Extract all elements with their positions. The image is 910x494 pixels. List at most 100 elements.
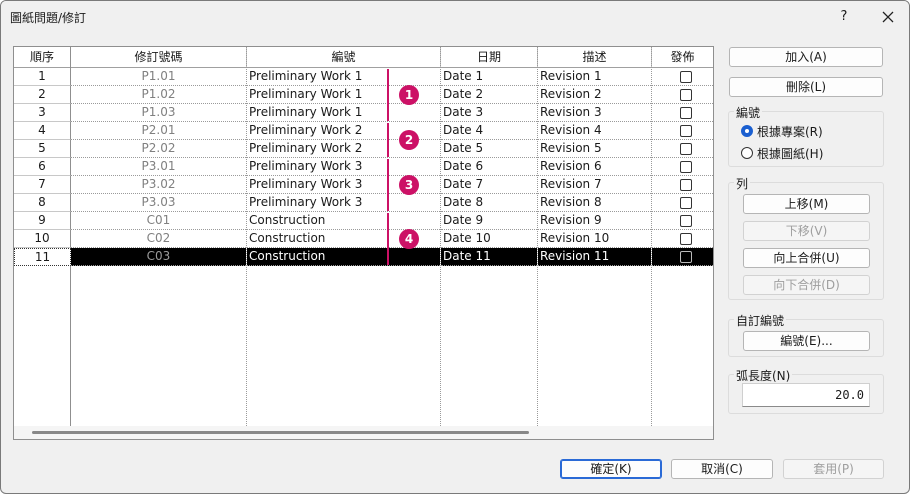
date-cell[interactable]: Date 5 <box>441 140 537 158</box>
header-seq[interactable]: 順序 <box>14 47 71 68</box>
issued-checkbox[interactable] <box>680 107 692 119</box>
date-cell[interactable]: Date 11 <box>441 248 537 266</box>
numbering-cell[interactable]: Preliminary Work 3 <box>247 194 440 212</box>
table-row[interactable]: 4 P2.01 Preliminary Work 2 Date 4 Revision 4 <box>14 122 713 140</box>
delete-button[interactable]: 刪除(L) <box>729 77 883 97</box>
table-row[interactable]: 10 C02 Construction Date 10 Revision 10 <box>14 230 713 248</box>
table-row[interactable]: 8 P3.03 Preliminary Work 3 Date 8 Revision 8 <box>14 194 713 212</box>
table-row[interactable]: 3 P1.03 Preliminary Work 1 Date 3 Revision 3 <box>14 104 713 122</box>
description-cell[interactable]: Revision 2 <box>538 86 651 104</box>
revision-number-cell[interactable]: P3.01 <box>71 158 246 176</box>
revision-number-cell[interactable]: P1.01 <box>71 68 246 86</box>
date-cell[interactable]: Date 4 <box>441 122 537 140</box>
header-description[interactable]: 描述 <box>538 47 652 68</box>
description-cell[interactable]: Revision 8 <box>538 194 651 212</box>
horizontal-scrollbar[interactable] <box>14 426 713 439</box>
issued-checkbox[interactable] <box>680 71 692 83</box>
revision-number-cell[interactable]: C02 <box>71 230 246 248</box>
row-seq-cell[interactable]: 8 <box>14 194 71 212</box>
row-seq-cell[interactable]: 4 <box>14 122 71 140</box>
revision-number-cell[interactable]: P1.03 <box>71 104 246 122</box>
revision-number-cell[interactable]: P3.02 <box>71 176 246 194</box>
date-cell[interactable]: Date 10 <box>441 230 537 248</box>
description-cell[interactable]: Revision 11 <box>538 248 651 266</box>
description-cell[interactable]: Revision 6 <box>538 158 651 176</box>
row-seq-cell[interactable]: 7 <box>14 176 71 194</box>
merge-down-button[interactable]: 向下合併(D) <box>743 275 870 295</box>
table-row[interactable]: 2 P1.02 Preliminary Work 1 Date 2 Revision 2 <box>14 86 713 104</box>
numbering-cell[interactable]: Preliminary Work 3 <box>247 158 440 176</box>
table-row[interactable]: 6 P3.01 Preliminary Work 3 Date 6 Revision 6 <box>14 158 713 176</box>
header-issued[interactable]: 發佈 <box>652 47 713 68</box>
radio-per-sheet[interactable] <box>741 147 753 159</box>
issued-checkbox[interactable] <box>680 215 692 227</box>
description-cell[interactable]: Revision 9 <box>538 212 651 230</box>
scrollbar-thumb[interactable] <box>32 431 529 434</box>
arc-length-input[interactable]: 20.0 <box>742 383 870 407</box>
issued-checkbox[interactable] <box>680 233 692 245</box>
row-seq-cell[interactable]: 5 <box>14 140 71 158</box>
description-cell[interactable]: Revision 7 <box>538 176 651 194</box>
table-row[interactable]: 11 C03 Construction Date 11 Revision 11 <box>14 248 713 266</box>
radio-per-sheet-label[interactable]: 根據圖紙(H) <box>757 145 823 162</box>
date-cell[interactable]: Date 7 <box>441 176 537 194</box>
date-cell[interactable]: Date 3 <box>441 104 537 122</box>
apply-button[interactable]: 套用(P) <box>783 459 884 479</box>
row-seq-cell[interactable]: 11 <box>14 248 71 266</box>
ok-button[interactable]: 確定(K) <box>560 459 662 479</box>
table-row[interactable]: 5 P2.02 Preliminary Work 2 Date 5 Revision 5 <box>14 140 713 158</box>
numbering-button[interactable]: 編號(E)... <box>743 331 870 351</box>
revision-number-cell[interactable]: C01 <box>71 212 246 230</box>
issued-checkbox[interactable] <box>680 251 692 263</box>
revision-number-cell[interactable]: P3.03 <box>71 194 246 212</box>
close-icon[interactable] <box>877 6 899 28</box>
issued-cell <box>652 122 713 140</box>
header-numbering[interactable]: 編號 <box>247 47 441 68</box>
header-date[interactable]: 日期 <box>441 47 538 68</box>
row-seq-cell[interactable]: 10 <box>14 230 71 248</box>
date-cell[interactable]: Date 2 <box>441 86 537 104</box>
revision-number-cell[interactable]: P2.02 <box>71 140 246 158</box>
numbering-cell[interactable]: Construction <box>247 212 440 230</box>
revision-number-cell[interactable]: P1.02 <box>71 86 246 104</box>
issued-checkbox[interactable] <box>680 197 692 209</box>
description-cell[interactable]: Revision 1 <box>538 68 651 86</box>
move-down-button[interactable]: 下移(V) <box>743 221 870 241</box>
revision-number-cell[interactable]: C03 <box>71 248 246 266</box>
row-seq-cell[interactable]: 9 <box>14 212 71 230</box>
issued-checkbox[interactable] <box>680 89 692 101</box>
table-row[interactable]: 9 C01 Construction Date 9 Revision 9 <box>14 212 713 230</box>
issued-checkbox[interactable] <box>680 161 692 173</box>
row-seq-cell[interactable]: 3 <box>14 104 71 122</box>
numbering-cell[interactable]: Preliminary Work 1 <box>247 104 440 122</box>
date-cell[interactable]: Date 8 <box>441 194 537 212</box>
revision-number-cell[interactable]: P2.01 <box>71 122 246 140</box>
table-row[interactable]: 7 P3.02 Preliminary Work 3 Date 7 Revision 7 <box>14 176 713 194</box>
header-revision-number[interactable]: 修訂號碼 <box>71 47 247 68</box>
merge-up-button[interactable]: 向上合併(U) <box>743 248 870 268</box>
radio-per-project[interactable] <box>741 125 753 137</box>
help-button[interactable]: ? <box>833 6 855 28</box>
add-button[interactable]: 加入(A) <box>729 47 883 67</box>
description-cell[interactable]: Revision 5 <box>538 140 651 158</box>
description-cell[interactable]: Revision 3 <box>538 104 651 122</box>
description-cell[interactable]: Revision 4 <box>538 122 651 140</box>
table-row[interactable]: 1 P1.01 Preliminary Work 1 Date 1 Revision 1 <box>14 68 713 86</box>
issued-cell <box>652 230 713 248</box>
date-cell[interactable]: Date 1 <box>441 68 537 86</box>
numbering-cell[interactable]: Construction <box>247 248 440 266</box>
revisions-table[interactable]: 順序 修訂號碼 編號 日期 描述 發佈 1 P1.01 Preliminary Wo… <box>13 46 714 440</box>
cancel-button[interactable]: 取消(C) <box>671 459 773 479</box>
issued-checkbox[interactable] <box>680 143 692 155</box>
move-up-button[interactable]: 上移(M) <box>743 194 870 214</box>
date-cell[interactable]: Date 9 <box>441 212 537 230</box>
radio-per-project-label[interactable]: 根據專案(R) <box>757 123 823 140</box>
numbering-cell[interactable]: Preliminary Work 1 <box>247 68 440 86</box>
description-cell[interactable]: Revision 10 <box>538 230 651 248</box>
date-cell[interactable]: Date 6 <box>441 158 537 176</box>
row-seq-cell[interactable]: 2 <box>14 86 71 104</box>
issued-checkbox[interactable] <box>680 179 692 191</box>
row-seq-cell[interactable]: 6 <box>14 158 71 176</box>
row-seq-cell[interactable]: 1 <box>14 68 71 86</box>
issued-checkbox[interactable] <box>680 125 692 137</box>
